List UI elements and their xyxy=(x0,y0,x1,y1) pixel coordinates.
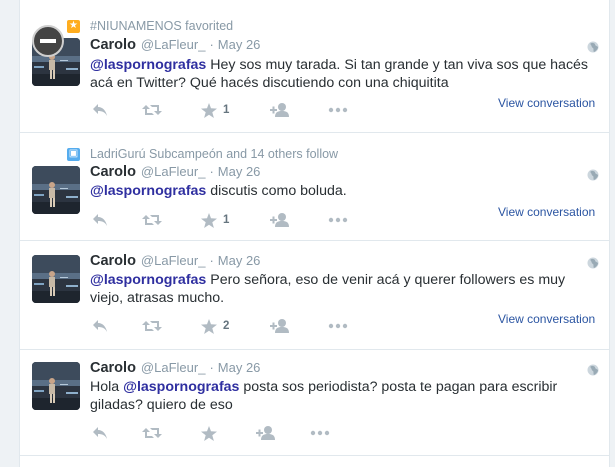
more-dots-icon xyxy=(328,323,348,329)
tweet-header: Carolo @LaFleur_ · May 26 xyxy=(90,360,260,380)
follow-button[interactable] xyxy=(256,424,276,442)
tweet-text: Hola @laspornografas posta sos periodist… xyxy=(90,378,595,414)
follow-button[interactable] xyxy=(270,101,290,119)
username[interactable]: @LaFleur_ xyxy=(141,253,206,268)
person-badge-icon: ▣ xyxy=(67,147,80,161)
tweet-header: Carolo @LaFleur_ · May 26 xyxy=(90,164,260,184)
view-conversation-link[interactable]: View conversation xyxy=(498,205,595,219)
tweet-text-segment: discutis como boluda. xyxy=(206,183,347,199)
tweet[interactable]: ▣ LadriGurú Subcampeón and 14 others fol… xyxy=(20,132,609,241)
reply-icon xyxy=(93,320,107,332)
mention-link[interactable]: @laspornografas xyxy=(123,379,239,395)
follow-icon xyxy=(270,103,289,117)
tweet[interactable]: ★ #NIUNAMENOS favorited Carolo @LaFleur_… xyxy=(20,0,609,133)
star-icon xyxy=(201,318,217,334)
retweet-button[interactable] xyxy=(142,424,162,442)
tweet-context: ▣ LadriGurú Subcampeón and 14 others fol… xyxy=(67,146,338,162)
tweet-text: @laspornografas Hey sos muy tarada. Si t… xyxy=(90,56,595,92)
more-button[interactable] xyxy=(328,317,348,335)
favorite-button[interactable]: 1 xyxy=(201,211,229,229)
page-left-gutter xyxy=(0,0,20,467)
tweet[interactable]: Carolo @LaFleur_ · May 26 @laspornografa… xyxy=(20,240,609,350)
more-button[interactable] xyxy=(328,101,348,119)
globe-icon xyxy=(587,168,599,181)
more-dots-icon xyxy=(328,107,348,113)
retweet-icon xyxy=(142,215,162,225)
follow-icon xyxy=(256,426,275,440)
mention-link[interactable]: @laspornografas xyxy=(90,272,206,288)
tweet-text: @laspornografas Pero señora, eso de veni… xyxy=(90,271,595,307)
separator-dot: · xyxy=(209,37,214,52)
avatar[interactable] xyxy=(32,362,80,410)
star-icon xyxy=(201,425,217,441)
more-button[interactable] xyxy=(310,424,330,442)
globe-icon xyxy=(587,256,599,269)
retweet-button[interactable] xyxy=(142,317,162,335)
retweet-button[interactable] xyxy=(142,101,162,119)
timestamp[interactable]: May 26 xyxy=(218,360,261,375)
reply-button[interactable] xyxy=(92,211,108,229)
retweet-icon xyxy=(142,428,162,438)
separator-dot: · xyxy=(209,253,214,268)
follow-icon xyxy=(270,319,289,333)
timestamp[interactable]: May 26 xyxy=(218,37,261,52)
globe-icon xyxy=(587,363,599,376)
fullname[interactable]: Carolo xyxy=(90,253,136,269)
favorite-count: 2 xyxy=(223,320,230,332)
mention-link[interactable]: @laspornografas xyxy=(90,183,206,199)
follow-button[interactable] xyxy=(270,211,290,229)
favorite-button[interactable]: 2 xyxy=(201,317,229,335)
tweet[interactable]: Carolo @LaFleur_ · May 26 Hola @lasporno… xyxy=(20,349,609,456)
retweet-icon xyxy=(142,321,162,331)
timestamp[interactable]: May 26 xyxy=(218,253,261,268)
more-dots-icon xyxy=(328,217,348,223)
star-icon xyxy=(201,102,217,118)
minus-circle-icon xyxy=(32,25,64,57)
username[interactable]: @LaFleur_ xyxy=(141,360,206,375)
tweet-stream: ★ #NIUNAMENOS favorited Carolo @LaFleur_… xyxy=(20,0,609,467)
username[interactable]: @LaFleur_ xyxy=(141,164,206,179)
reply-icon xyxy=(93,104,107,116)
follow-icon xyxy=(270,213,289,227)
reply-icon xyxy=(93,427,107,439)
context-text: #NIUNAMENOS favorited xyxy=(90,19,234,33)
reply-button[interactable] xyxy=(92,101,108,119)
view-conversation-link[interactable]: View conversation xyxy=(498,312,595,326)
avatar[interactable] xyxy=(32,255,80,303)
reply-button[interactable] xyxy=(92,317,108,335)
more-button[interactable] xyxy=(328,211,348,229)
more-dots-icon xyxy=(310,430,330,436)
favorite-button[interactable] xyxy=(201,424,217,442)
tweet-text: @laspornografas discutis como boluda. xyxy=(90,182,595,200)
separator-dot: · xyxy=(209,360,214,375)
avatar[interactable] xyxy=(32,166,80,214)
page-right-gutter xyxy=(609,0,615,467)
globe-icon xyxy=(587,40,599,53)
reply-icon xyxy=(93,214,107,226)
tweet-header: Carolo @LaFleur_ · May 26 xyxy=(90,37,260,57)
username[interactable]: @LaFleur_ xyxy=(141,37,206,52)
timestamp[interactable]: May 26 xyxy=(218,164,261,179)
view-conversation-link[interactable]: View conversation xyxy=(498,96,595,110)
context-text: LadriGurú Subcampeón and 14 others follo… xyxy=(90,147,339,161)
star-badge-icon: ★ xyxy=(67,19,80,33)
tweet-header: Carolo @LaFleur_ · May 26 xyxy=(90,253,260,273)
favorite-button[interactable]: 1 xyxy=(201,101,229,119)
follow-button[interactable] xyxy=(270,317,290,335)
retweet-button[interactable] xyxy=(142,211,162,229)
fullname[interactable]: Carolo xyxy=(90,164,136,180)
favorite-count: 1 xyxy=(223,104,230,116)
reply-button[interactable] xyxy=(92,424,108,442)
tweet-text-segment: Hola xyxy=(90,379,124,395)
star-icon xyxy=(201,212,217,228)
separator-dot: · xyxy=(209,164,214,179)
retweet-icon xyxy=(142,105,162,115)
mention-link[interactable]: @laspornografas xyxy=(90,57,206,73)
fullname[interactable]: Carolo xyxy=(90,360,136,376)
tweet-context: ★ #NIUNAMENOS favorited xyxy=(67,18,233,34)
fullname[interactable]: Carolo xyxy=(90,37,136,53)
favorite-count: 1 xyxy=(223,214,230,226)
